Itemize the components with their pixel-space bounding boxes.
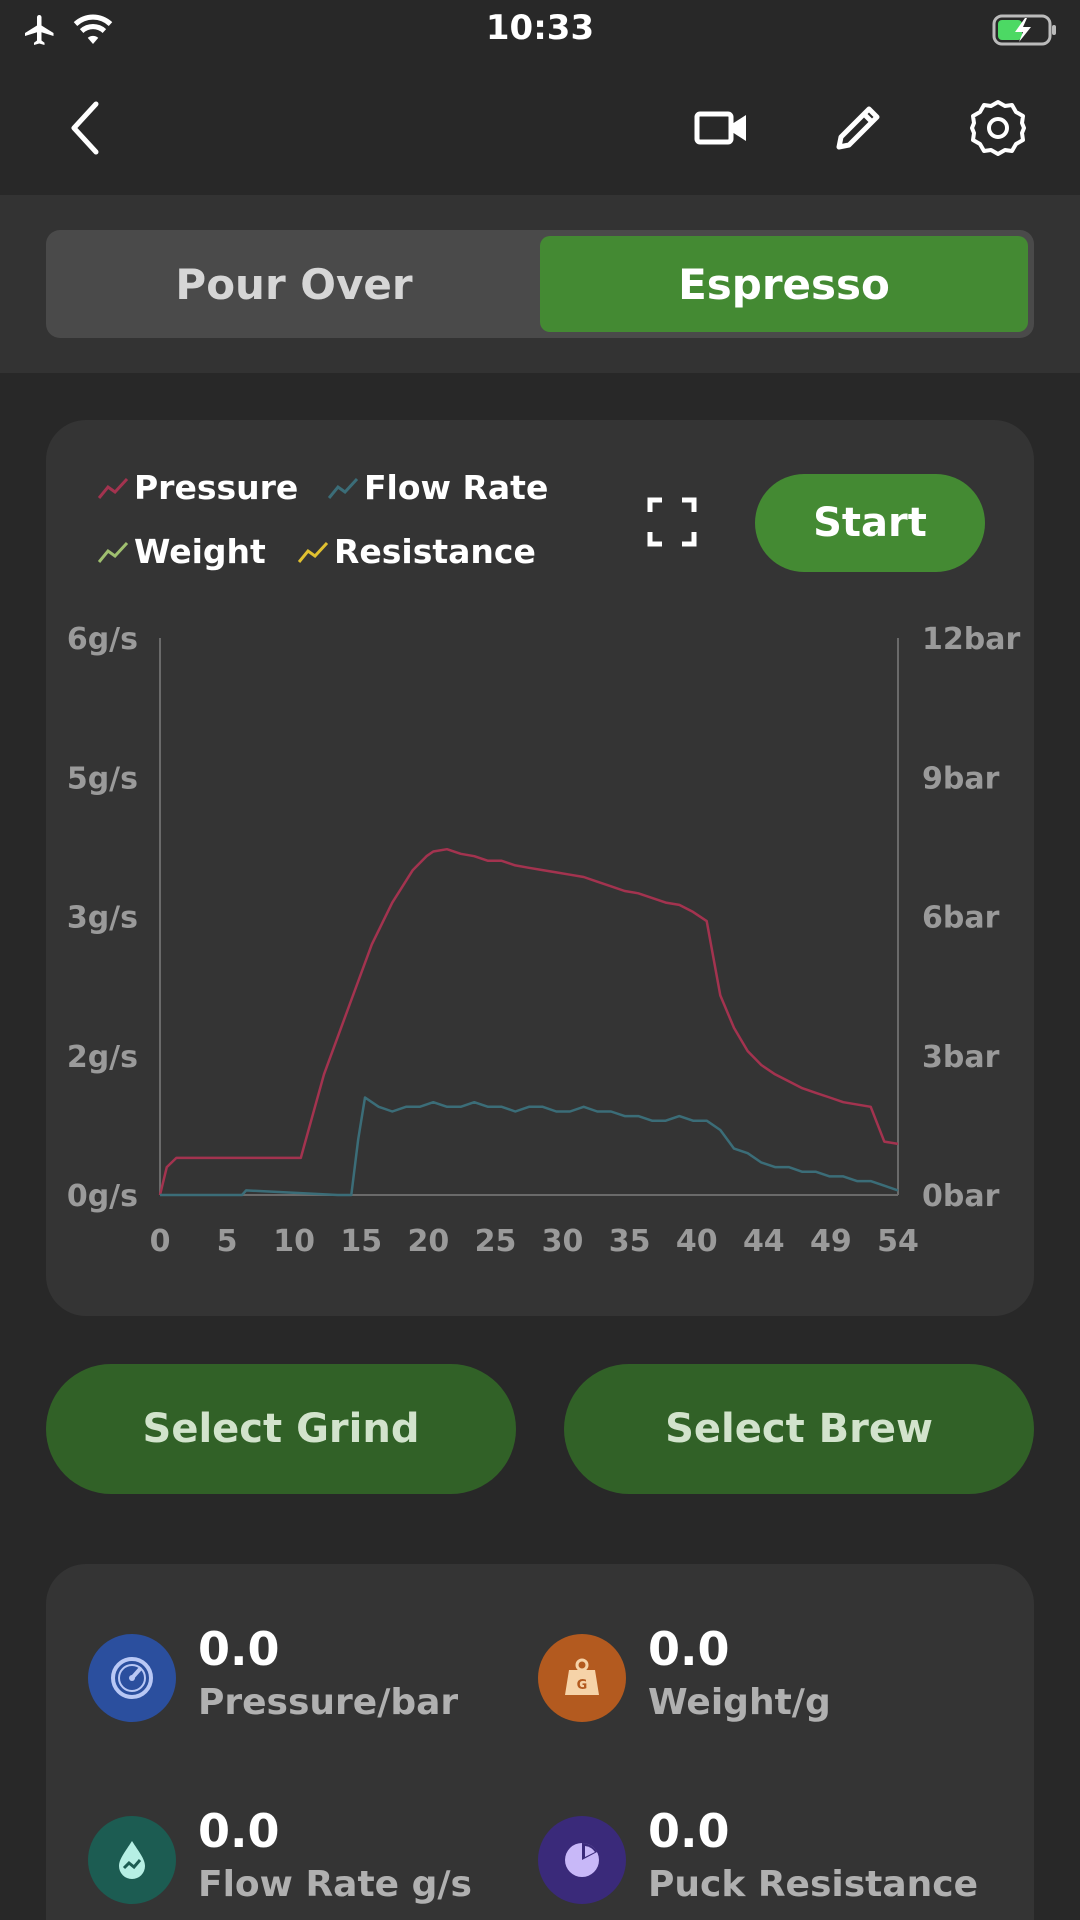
- select-grind-button[interactable]: Select Grind: [46, 1364, 516, 1494]
- y-left-tick-label: 2g/s: [67, 1040, 138, 1075]
- x-tick-label: 35: [609, 1224, 651, 1259]
- video-button[interactable]: [686, 92, 758, 164]
- metric-flow-rate: 0.0 Flow Rate g/s: [88, 1804, 568, 1920]
- weight-label: Weight/g: [648, 1682, 831, 1723]
- back-button[interactable]: [50, 92, 122, 164]
- y-right-tick-label: 9bar: [922, 761, 1000, 796]
- x-tick-label: 10: [273, 1224, 315, 1259]
- chart-card: Pressure Flow Rate Weight Resistance Sta…: [46, 420, 1034, 1316]
- gauge-icon: [88, 1634, 176, 1722]
- series-line-pressure: [158, 847, 899, 1196]
- gear-icon: [970, 100, 1026, 156]
- metric-weight: G 0.0 Weight/g: [538, 1622, 1018, 1762]
- x-tick-label: 25: [475, 1224, 517, 1259]
- y-right-tick-label: 0bar: [922, 1179, 1000, 1214]
- y-left-tick-label: 6g/s: [67, 622, 138, 657]
- chevron-left-icon: [71, 101, 99, 155]
- metric-pressure: 0.0 Pressure/bar: [88, 1622, 568, 1762]
- pressure-value: 0.0: [198, 1622, 280, 1676]
- y-right-tick-label: 3bar: [922, 1040, 1000, 1075]
- mode-segmented-control: Pour Over Espresso: [46, 230, 1034, 338]
- tab-espresso[interactable]: Espresso: [540, 236, 1028, 332]
- y-left-tick-label: 0g/s: [67, 1179, 138, 1214]
- series-line-flow-rate: [160, 1096, 899, 1197]
- y-right-tick-label: 6bar: [922, 901, 1000, 936]
- pencil-icon: [836, 106, 880, 150]
- x-tick-label: 20: [407, 1224, 449, 1259]
- tab-pour-over[interactable]: Pour Over: [52, 236, 536, 332]
- puck-resistance-value: 0.0: [648, 1804, 730, 1858]
- x-tick-label: 40: [676, 1224, 718, 1259]
- puck-resistance-label: Puck Resistance: [648, 1864, 979, 1905]
- metrics-card: 0.0 Pressure/bar G 0.0 Weight/g 0.0 Flow…: [46, 1564, 1034, 1920]
- flow-rate-value: 0.0: [198, 1804, 280, 1858]
- y-left-tick-label: 5g/s: [67, 761, 138, 796]
- mode-selector-area: Pour Over Espresso: [0, 195, 1080, 373]
- pie-chart-icon: [538, 1816, 626, 1904]
- battery-icon: [992, 12, 1058, 52]
- y-right-tick-label: 12bar: [922, 622, 1020, 657]
- water-drop-icon: [88, 1816, 176, 1904]
- status-time: 10:33: [485, 8, 595, 48]
- video-camera-icon: [694, 111, 746, 145]
- svg-text:G: G: [577, 1678, 588, 1693]
- brew-chart: 0g/s 2g/s 3g/s 5g/s 6g/s 0bar 3bar 6bar 9bar 12ba…: [67, 622, 1021, 1259]
- x-tick-label: 15: [340, 1224, 382, 1259]
- weight-icon: G: [538, 1634, 626, 1722]
- flow-rate-label: Flow Rate g/s: [198, 1864, 472, 1905]
- x-tick-label: 49: [810, 1224, 852, 1259]
- weight-value: 0.0: [648, 1622, 730, 1676]
- x-tick-label: 30: [542, 1224, 584, 1259]
- y-left-tick-label: 3g/s: [67, 901, 138, 936]
- status-bar: 10:33: [0, 0, 1080, 60]
- top-bar: [0, 60, 1080, 195]
- x-tick-label: 0: [150, 1224, 171, 1259]
- select-brew-button[interactable]: Select Brew: [564, 1364, 1034, 1494]
- x-tick-label: 44: [743, 1224, 785, 1259]
- settings-button[interactable]: [962, 92, 1034, 164]
- x-tick-label: 54: [877, 1224, 919, 1259]
- x-tick-label: 5: [217, 1224, 238, 1259]
- edit-button[interactable]: [822, 92, 894, 164]
- pressure-label: Pressure/bar: [198, 1682, 459, 1723]
- metric-puck-resistance: 0.0 Puck Resistance: [538, 1804, 1018, 1920]
